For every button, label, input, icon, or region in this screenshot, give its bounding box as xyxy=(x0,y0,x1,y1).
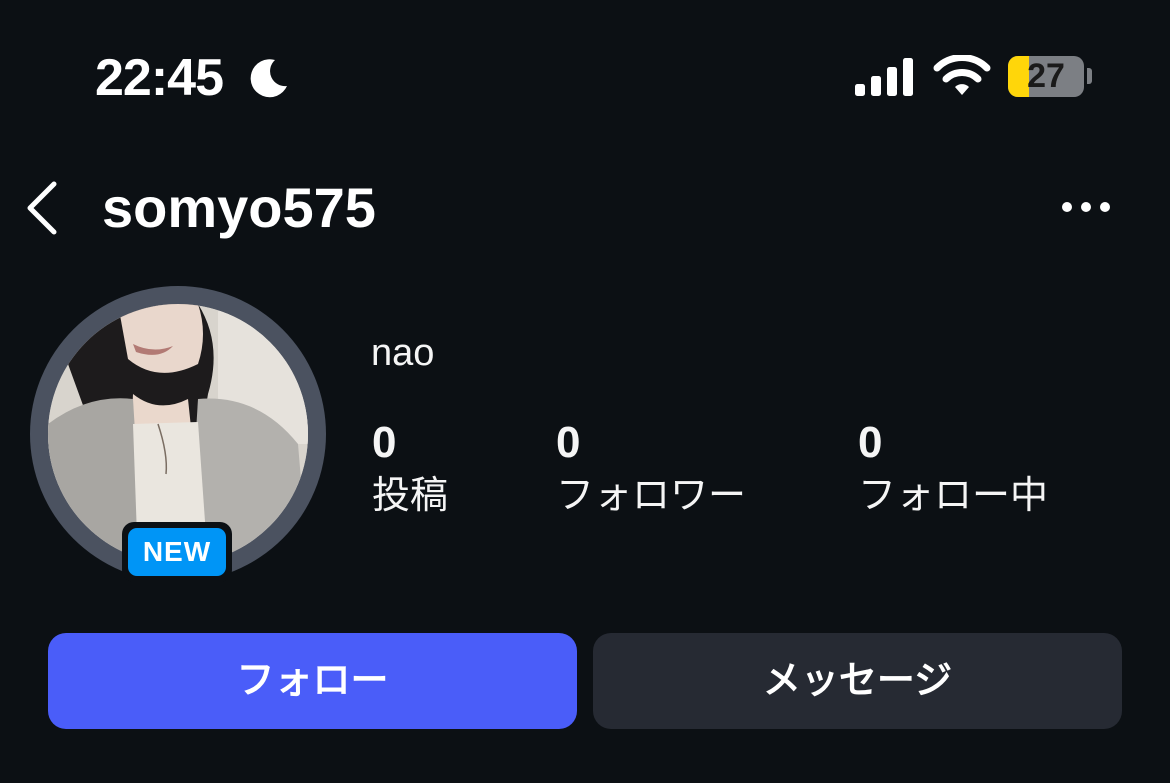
battery-nub xyxy=(1087,68,1092,84)
stat-posts-label: 投稿 xyxy=(372,475,449,517)
stat-followers[interactable]: 0 フォロワー xyxy=(556,418,746,520)
stat-following-value: 0 xyxy=(858,418,883,467)
stat-following[interactable]: 0 フォロー中 xyxy=(858,418,1048,520)
back-button[interactable] xyxy=(18,178,66,238)
ellipsis-icon xyxy=(1062,202,1110,212)
chevron-left-icon xyxy=(27,181,57,235)
battery-level: 27 xyxy=(1027,57,1065,95)
more-options-button[interactable] xyxy=(1058,194,1114,220)
stat-following-label: フォロー中 xyxy=(858,475,1049,517)
stat-posts-value: 0 xyxy=(372,418,397,467)
stat-posts[interactable]: 0 投稿 xyxy=(372,418,448,520)
moon-icon xyxy=(250,59,287,98)
stat-followers-value: 0 xyxy=(556,418,581,467)
new-badge: NEW xyxy=(122,522,232,582)
display-name: nao xyxy=(371,332,435,374)
status-time: 22:45 xyxy=(95,49,224,107)
status-bar: 22:45 27 xyxy=(0,0,1170,140)
follow-button[interactable]: フォロー xyxy=(48,633,577,729)
cellular-signal-icon xyxy=(855,58,913,96)
stat-followers-label: フォロワー xyxy=(556,475,747,517)
wifi-icon xyxy=(933,55,991,95)
new-badge-label: NEW xyxy=(128,528,226,576)
profile-username: somyo575 xyxy=(102,176,376,239)
battery-icon: 27 xyxy=(1008,56,1084,97)
message-button[interactable]: メッセージ xyxy=(593,633,1122,729)
